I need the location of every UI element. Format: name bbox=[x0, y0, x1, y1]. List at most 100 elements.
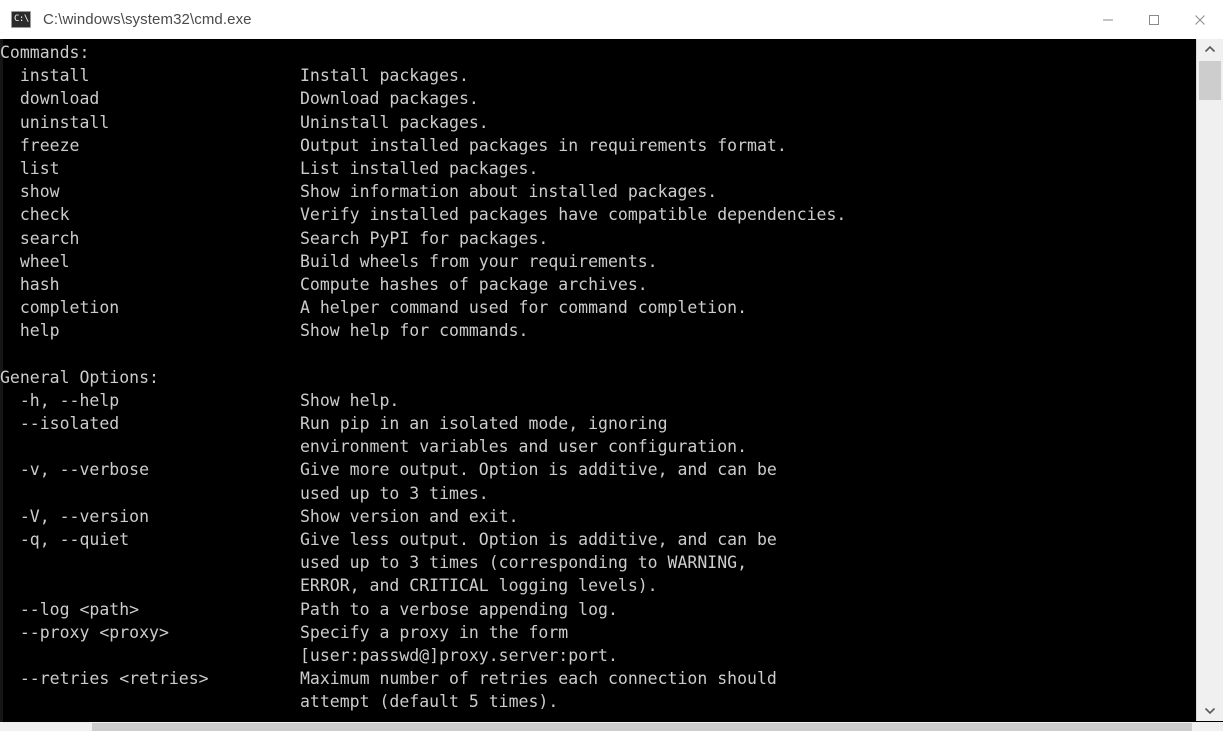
console-line: list List installed packages. bbox=[0, 157, 1196, 180]
console-line-command: -V, --version bbox=[0, 506, 150, 526]
console-line: attempt (default 5 times). bbox=[0, 690, 1196, 713]
console-line-description: Give less output. Option is additive, an… bbox=[300, 529, 777, 549]
console-line: check Verify installed packages have comp… bbox=[0, 203, 1196, 226]
console-line-command: install bbox=[0, 66, 90, 86]
console-line-description: A helper command used for command comple… bbox=[300, 298, 748, 318]
console-line: freeze Output installed packages in requi… bbox=[0, 134, 1196, 157]
minimize-icon bbox=[1103, 19, 1113, 20]
console-line-command: completion bbox=[0, 298, 120, 318]
console-area[interactable]: Commands: install Install packages. downl… bbox=[0, 39, 1223, 731]
console-line-command: freeze bbox=[0, 135, 80, 155]
console-line-command: --isolated bbox=[0, 414, 120, 433]
chevron-up-icon bbox=[1204, 45, 1216, 53]
console-line: show Show information about installed pac… bbox=[0, 180, 1196, 203]
console-line-command: Commands: bbox=[0, 43, 90, 62]
console-line-command: General Options: bbox=[0, 367, 159, 387]
console-line-description: Run pip in an isolated mode, ignoring bbox=[300, 414, 668, 433]
console-line-command: --log <path> bbox=[0, 599, 140, 619]
console-line-description: Maximum number of retries each connectio… bbox=[300, 669, 777, 689]
console-line-description: Verify installed packages have compatibl… bbox=[300, 205, 847, 225]
console-text-surface[interactable]: Commands: install Install packages. downl… bbox=[0, 39, 1196, 731]
console-line-command: help bbox=[0, 321, 60, 341]
scroll-up-button[interactable] bbox=[1197, 39, 1223, 60]
console-line: uninstall Uninstall packages. bbox=[0, 111, 1196, 134]
maximize-icon bbox=[1149, 14, 1159, 25]
console-line-description: Give more output. Option is additive, an… bbox=[300, 460, 777, 480]
console-line: hash Compute hashes of package archives. bbox=[0, 273, 1196, 296]
scrollbar-corner bbox=[1196, 722, 1223, 731]
console-line: used up to 3 times. bbox=[0, 482, 1196, 505]
console-line: download Download packages. bbox=[0, 87, 1196, 110]
console-line-command: wheel bbox=[0, 251, 70, 271]
title-bar: C:\ C:\windows\system32\cmd.exe bbox=[0, 0, 1223, 39]
console-line-description: used up to 3 times (corresponding to WAR… bbox=[300, 553, 748, 573]
window-title: C:\windows\system32\cmd.exe bbox=[43, 11, 252, 28]
console-line-description: Show help for commands. bbox=[300, 321, 529, 341]
console-line-command: -v, --verbose bbox=[0, 460, 150, 480]
maximize-button[interactable] bbox=[1131, 0, 1177, 39]
console-line: ERROR, and CRITICAL logging levels). bbox=[0, 574, 1196, 597]
horizontal-scrollbar-thumb[interactable] bbox=[92, 723, 1192, 731]
console-line-description: Show version and exit. bbox=[300, 506, 519, 526]
console-line-description: Compute hashes of package archives. bbox=[300, 274, 648, 294]
minimize-button[interactable] bbox=[1085, 0, 1131, 39]
console-line-description: Download packages. bbox=[300, 89, 479, 109]
console-line-description: Uninstall packages. bbox=[300, 112, 489, 132]
console-line: --log <path> Path to a verbose appending … bbox=[0, 598, 1196, 621]
console-line: help Show help for commands. bbox=[0, 319, 1196, 342]
console-lines: Commands: install Install packages. downl… bbox=[0, 41, 1196, 713]
console-line: --retries <retries> Maximum number of ret… bbox=[0, 667, 1196, 690]
console-line-command: hash bbox=[0, 274, 60, 294]
console-line: environment variables and user configura… bbox=[0, 435, 1196, 458]
console-line-description: Build wheels from your requirements. bbox=[300, 251, 658, 271]
console-line-description: attempt (default 5 times). bbox=[300, 692, 559, 712]
console-line-description: [user:passwd@]proxy.server:port. bbox=[300, 645, 618, 665]
console-line: --isolated Run pip in an isolated mode, i… bbox=[0, 412, 1196, 435]
console-line-description: used up to 3 times. bbox=[300, 483, 489, 503]
close-button[interactable] bbox=[1177, 0, 1223, 39]
console-line: install Install packages. bbox=[0, 64, 1196, 87]
console-line-description: Show information about installed package… bbox=[300, 182, 718, 202]
console-line-description: Path to a verbose appending log. bbox=[300, 599, 618, 619]
console-line-description: Install packages. bbox=[300, 66, 469, 86]
console-line-description: ERROR, and CRITICAL logging levels). bbox=[300, 576, 658, 596]
console-line-description: Output installed packages in requirement… bbox=[300, 135, 787, 155]
console-line-command: check bbox=[0, 205, 70, 225]
console-line: wheel Build wheels from your requirements… bbox=[0, 250, 1196, 273]
console-line: -V, --version Show version and exit. bbox=[0, 505, 1196, 528]
console-line-description: environment variables and user configura… bbox=[300, 437, 748, 457]
console-line: -q, --quiet Give less output. Option is a… bbox=[0, 528, 1196, 551]
scroll-down-button[interactable] bbox=[1197, 700, 1223, 721]
console-line-description: Specify a proxy in the form bbox=[300, 622, 569, 642]
console-line-description: Search PyPI for packages. bbox=[300, 228, 549, 248]
console-line-command: --retries <retries> bbox=[0, 669, 209, 689]
console-line: search Search PyPI for packages. bbox=[0, 227, 1196, 250]
window-controls bbox=[1085, 0, 1223, 39]
close-icon bbox=[1195, 14, 1205, 25]
console-line: General Options: bbox=[0, 366, 1196, 389]
console-line-command: -q, --quiet bbox=[0, 529, 130, 549]
console-line-command: search bbox=[0, 228, 80, 248]
console-line-command: uninstall bbox=[0, 112, 110, 132]
console-line-command: --proxy <proxy> bbox=[0, 622, 169, 642]
console-line: -v, --verbose Give more output. Option is… bbox=[0, 458, 1196, 481]
cmd-icon: C:\ bbox=[11, 11, 31, 28]
console-line-command: -h, --help bbox=[0, 390, 120, 410]
console-line: completion A helper command used for comm… bbox=[0, 296, 1196, 319]
vertical-scrollbar-thumb[interactable] bbox=[1199, 61, 1221, 100]
cmd-window: C:\ C:\windows\system32\cmd.exe Commands… bbox=[0, 0, 1223, 731]
horizontal-scrollbar[interactable] bbox=[0, 722, 1196, 731]
title-bar-left: C:\ C:\windows\system32\cmd.exe bbox=[0, 11, 1085, 28]
console-line-description: List installed packages. bbox=[300, 158, 539, 178]
horizontal-scrollbar-track-left[interactable] bbox=[0, 722, 90, 731]
console-line-command: list bbox=[0, 158, 60, 178]
console-line-command: show bbox=[0, 182, 60, 202]
vertical-scrollbar[interactable] bbox=[1196, 39, 1223, 721]
console-line: -h, --help Show help. bbox=[0, 389, 1196, 412]
console-line: used up to 3 times (corresponding to WAR… bbox=[0, 551, 1196, 574]
console-line: Commands: bbox=[0, 41, 1196, 64]
cmd-icon-glyph: C:\ bbox=[14, 14, 29, 24]
console-line-description: Show help. bbox=[300, 390, 400, 410]
console-line: --proxy <proxy> Specify a proxy in the fo… bbox=[0, 621, 1196, 644]
